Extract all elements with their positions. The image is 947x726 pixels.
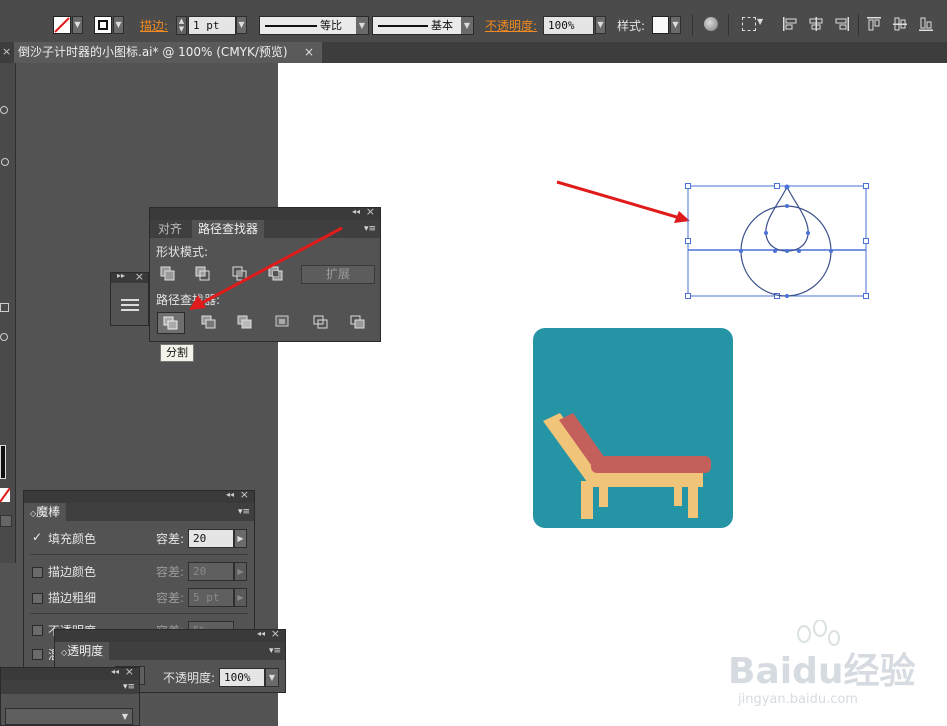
stroke-dropdown-arrow[interactable]: ▼	[113, 16, 124, 34]
fill-color-checkbox[interactable]: ✓	[32, 531, 43, 543]
style-label: 样式:	[617, 19, 646, 33]
ellipse-tool-icon[interactable]	[1, 158, 9, 166]
expand-dock-icon[interactable]: ▸▸	[117, 271, 125, 280]
opacity-checkbox[interactable]	[32, 625, 43, 636]
select-similar-dropdown[interactable]: ▼	[757, 17, 763, 26]
panel-dropdown[interactable]: ▼	[5, 708, 133, 725]
collapse-icon[interactable]: ◂◂	[226, 490, 234, 499]
collapse-icon[interactable]: ◂◂	[352, 207, 360, 216]
stroke-weight-stepper[interactable]: ▲ ▼	[176, 16, 187, 35]
fill-swatch[interactable]	[53, 16, 71, 34]
collapsed-panel-dock: ▸▸ ×	[110, 270, 149, 326]
graphic-style-dropdown[interactable]: ▼	[670, 16, 681, 34]
stroke-weight-slider-button[interactable]: ▶	[234, 588, 247, 607]
stroke-color-slider-button[interactable]: ▶	[234, 562, 247, 581]
rotate-tool-icon[interactable]	[0, 333, 8, 341]
stroke-swatch[interactable]	[94, 16, 112, 34]
transparency-opacity-label: 不透明度:	[163, 671, 216, 685]
brush-label: 基本	[431, 19, 453, 32]
drawing-mode-icon[interactable]	[0, 515, 12, 527]
deck-chair-icon[interactable]	[533, 328, 733, 528]
fill-dropdown-arrow[interactable]: ▼	[72, 16, 83, 34]
panel-close-icon[interactable]: ×	[366, 205, 375, 218]
align-vertical-center-icon[interactable]	[892, 16, 908, 32]
unite-icon[interactable]	[160, 266, 176, 282]
fill-tolerance-label: 容差:	[156, 532, 185, 546]
panel-menu-icon[interactable]: ▾≡	[123, 682, 135, 692]
stroke-weight-checkbox[interactable]	[32, 593, 43, 604]
align-left-icon[interactable]	[782, 16, 798, 32]
bounding-box	[687, 185, 867, 297]
select-similar-icon[interactable]	[742, 17, 756, 31]
none-swatch-icon[interactable]	[0, 488, 10, 502]
rectangle-tool-icon[interactable]	[0, 303, 9, 312]
align-right-icon[interactable]	[834, 16, 850, 32]
opacity-input[interactable]: 100%	[543, 16, 594, 35]
zoom-tool-icon[interactable]	[0, 106, 8, 114]
variable-width-profile[interactable]: 等比 ▼	[259, 16, 369, 35]
stroke-weight-tolerance-label: 容差:	[156, 591, 185, 605]
stroke-color-label: 描边颜色	[48, 565, 97, 579]
stroke-weight-dropdown[interactable]: ▼	[236, 16, 247, 34]
watermark-url: jingyan.baidu.com	[738, 692, 858, 707]
panel-menu-icon[interactable]: ▾≡	[269, 646, 281, 656]
panel-close-icon[interactable]: ×	[271, 627, 280, 640]
tab-transparency[interactable]: ◇透明度	[55, 642, 110, 660]
opacity-dropdown[interactable]: ▼	[595, 16, 606, 34]
align-bottom-icon[interactable]	[918, 16, 934, 32]
red-arrow-annotation	[189, 226, 343, 310]
profile-label: 等比	[320, 19, 342, 32]
stroke-weight-tolerance-input[interactable]: 5 pt	[188, 588, 234, 607]
panel-header[interactable]: ◂◂ ×	[150, 205, 380, 220]
stroke-weight-label: 描边粗细	[48, 591, 97, 605]
divide-tooltip: 分割	[160, 344, 194, 362]
align-top-icon[interactable]	[866, 16, 882, 32]
watermark-brand: Baidu经验	[728, 651, 916, 692]
hamburger-icon[interactable]	[121, 299, 139, 313]
baidu-watermark: Baidu经验 jingyan.baidu.com	[728, 620, 938, 720]
panel-close-icon[interactable]: ×	[135, 270, 144, 283]
fill-tolerance-input[interactable]: 20	[188, 529, 234, 548]
stroke-color-tolerance-label: 容差:	[156, 565, 185, 579]
tab-magic-wand[interactable]: ◇魔棒	[24, 503, 67, 521]
transparency-opacity-input[interactable]: 100%	[219, 668, 265, 687]
document-title: 倒沙子计时器的小图标.ai* @ 100% (CMYK/预览)	[18, 45, 288, 59]
document-tab[interactable]: 倒沙子计时器的小图标.ai* @ 100% (CMYK/预览) ×	[14, 42, 322, 63]
panel-close-icon[interactable]: ×	[125, 665, 134, 678]
bottom-left-panel: ◂◂ × ▾≡ ▼	[0, 665, 140, 726]
collapse-icon[interactable]: ◂◂	[111, 667, 119, 676]
stroke-color-tolerance-input[interactable]: 20	[188, 562, 234, 581]
stroke-link[interactable]: 描边:	[140, 17, 168, 34]
fill-stroke-swatch-icon[interactable]	[0, 445, 6, 479]
control-bar: ▼ ▼ 描边: ▲ ▼ 1 pt ▼ 等比 ▼ 基本 ▼ 不透明度: 100% ▼…	[0, 0, 947, 47]
stroke-weight-input[interactable]: 1 pt	[188, 16, 236, 35]
fill-tolerance-slider-button[interactable]: ▶	[234, 529, 247, 548]
recolor-artwork-icon[interactable]	[704, 17, 718, 31]
collapse-icon[interactable]: ◂◂	[257, 629, 265, 638]
panel-menu-icon[interactable]: ▾≡	[238, 507, 250, 517]
brush-definition[interactable]: 基本 ▼	[372, 16, 474, 35]
panel-menu-icon[interactable]: ▾≡	[364, 224, 376, 234]
fill-color-label: 填充颜色	[48, 532, 97, 546]
bounding-box-handles[interactable]	[685, 183, 869, 299]
stroke-color-checkbox[interactable]	[32, 567, 43, 578]
blend-mode-checkbox[interactable]	[32, 649, 43, 660]
graphic-style-swatch[interactable]	[652, 16, 669, 34]
transparency-opacity-dropdown[interactable]: ▼	[265, 668, 279, 687]
document-close-icon[interactable]: ×	[304, 42, 314, 63]
panel-close-icon[interactable]: ×	[2, 45, 11, 58]
selected-artwork[interactable]	[540, 175, 880, 305]
align-horizontal-center-icon[interactable]	[808, 16, 824, 32]
panel-close-icon[interactable]: ×	[240, 488, 249, 501]
red-arrow-line	[556, 180, 681, 220]
opacity-link[interactable]: 不透明度:	[485, 17, 537, 34]
tools-panel	[0, 63, 16, 563]
